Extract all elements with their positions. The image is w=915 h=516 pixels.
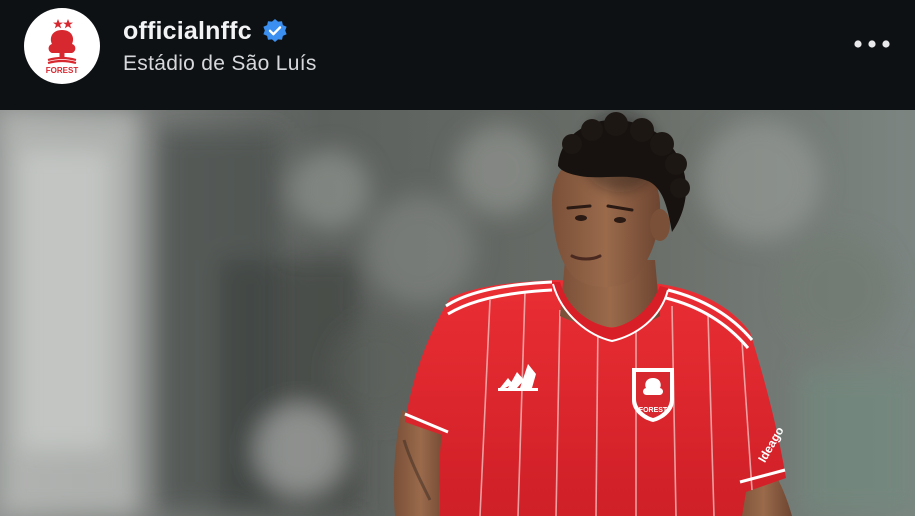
shirt-crest-icon: FOREST	[632, 368, 674, 422]
post-photo[interactable]: FOREST Ideago	[0, 110, 915, 516]
username-row: officialnffc	[123, 14, 288, 48]
shirt-crest-text: FOREST	[639, 407, 668, 414]
more-options-button[interactable]	[846, 30, 898, 58]
post-header: FOREST officialnffc Estádio de São Luís	[0, 0, 915, 110]
post-image: FOREST Ideago	[0, 110, 915, 516]
username[interactable]: officialnffc	[123, 17, 252, 46]
verified-badge-icon	[263, 19, 287, 42]
avatar-crest-text: FOREST	[46, 66, 79, 75]
profile-avatar[interactable]: FOREST	[24, 8, 100, 84]
more-options-icon	[854, 40, 890, 48]
location-link[interactable]: Estádio de São Luís	[123, 52, 317, 76]
nottingham-forest-crest-icon: FOREST	[46, 19, 79, 75]
instagram-post: FOREST officialnffc Estádio de São Luís	[0, 0, 915, 516]
